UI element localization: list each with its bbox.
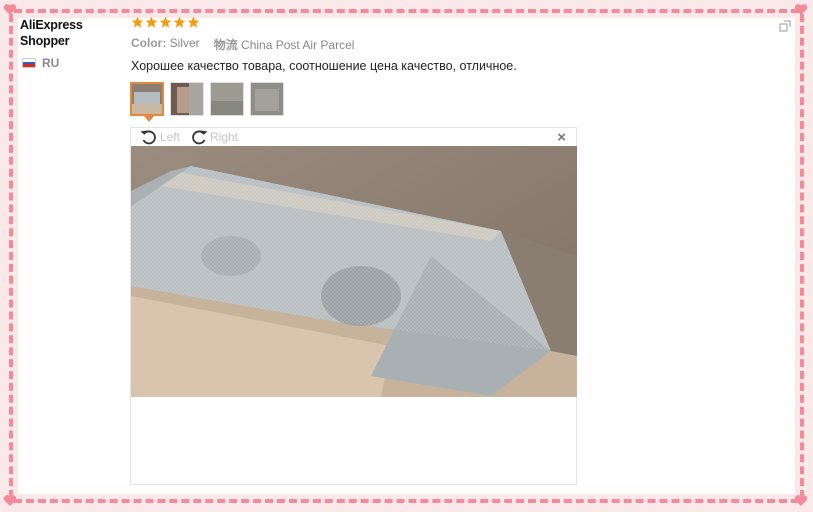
heart-icon [3, 3, 17, 16]
rotate-left-button[interactable]: Left [139, 128, 180, 146]
rotate-right-icon [192, 130, 208, 145]
star-icon [145, 16, 158, 28]
reviewer-name: AliExpress Shopper [20, 17, 83, 49]
star-icon [187, 16, 200, 28]
reviewer-country: RU [22, 56, 59, 70]
star-icon [159, 16, 172, 28]
viewer-toolbar: Left Right × [131, 128, 576, 146]
frame-dash-bottom [14, 499, 799, 503]
color-value: Silver [169, 36, 200, 50]
photo-image [131, 146, 577, 397]
heart-icon [794, 3, 808, 16]
photo-thumbnails [130, 82, 284, 122]
reviewer-name-line1: AliExpress [20, 18, 83, 32]
photo-thumbnail[interactable] [250, 82, 284, 116]
star-icon [173, 16, 186, 28]
heart-icon [794, 494, 808, 507]
frame-dash-right [800, 14, 804, 498]
color-info: Color: Silver [131, 36, 200, 53]
rotate-left-icon [140, 130, 156, 145]
review-text: Хорошее качество товара, соотношение цен… [131, 59, 517, 73]
shipping-info: 物流 China Post Air Parcel [214, 36, 355, 53]
reviewer-name-line2: Shopper [20, 34, 70, 48]
order-meta: Color: Silver 物流 China Post Air Parcel [131, 36, 354, 53]
rotate-left-label: Left [160, 130, 181, 144]
rotate-right-label: Right [210, 130, 239, 144]
rotate-right-button[interactable]: Right [189, 128, 238, 146]
color-label: Color: [131, 36, 167, 50]
photo-viewer: Left Right × [130, 127, 577, 485]
photo-thumbnail[interactable] [130, 82, 164, 122]
report-icon[interactable] [779, 20, 791, 32]
review-photo [131, 146, 577, 397]
russia-flag-icon [22, 58, 36, 68]
shipping-label: 物流 [213, 38, 238, 52]
review-item: AliExpress Shopper RU Color: Silver 物流 C… [18, 14, 795, 494]
country-code: RU [42, 56, 60, 70]
photo-thumbnail[interactable] [170, 82, 204, 116]
frame-dash-top [14, 9, 799, 13]
star-rating [131, 16, 200, 29]
photo-thumbnail[interactable] [210, 82, 244, 116]
close-icon[interactable]: × [557, 129, 566, 146]
frame-dash-left [9, 14, 13, 498]
shipping-value: China Post Air Parcel [241, 38, 355, 52]
star-icon [131, 16, 144, 28]
heart-icon [3, 494, 17, 507]
